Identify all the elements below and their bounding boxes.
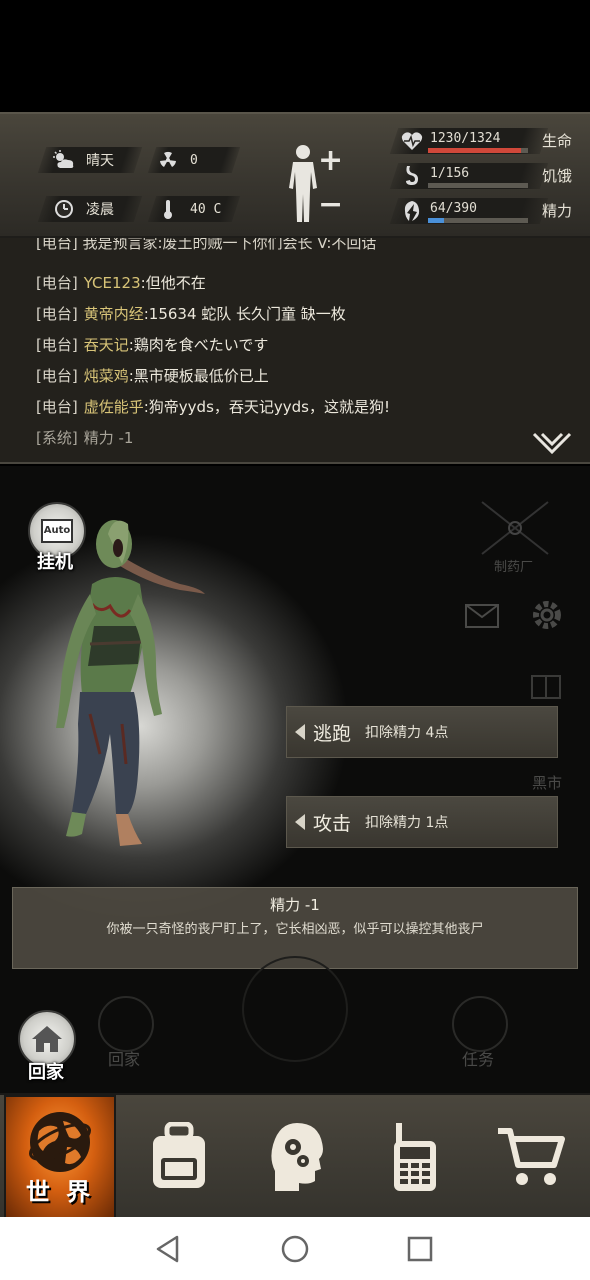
chat-sender[interactable]: YCE123	[84, 274, 141, 292]
zoom-in-button[interactable]: +	[318, 146, 343, 176]
info-title: 精力 -1	[270, 896, 320, 914]
thermometer-icon	[156, 198, 180, 220]
attack-button[interactable]: 攻击 扣除精力 1点	[286, 796, 558, 848]
recents-icon[interactable]	[404, 1233, 436, 1265]
bottom-tab-bar: 世 界	[0, 1093, 590, 1219]
hunger-label: 饥饿	[542, 167, 573, 185]
tab-shop[interactable]	[472, 1095, 590, 1219]
chat-line-system: [系统] 精力 -1	[36, 427, 133, 448]
caret-left-icon	[295, 814, 305, 830]
body-silhouette-icon[interactable]	[286, 144, 320, 228]
life-label: 生命	[542, 132, 573, 150]
chat-tag: [电台]	[36, 336, 78, 354]
chat-tag: [电台]	[36, 398, 78, 416]
head-gears-icon	[271, 1123, 323, 1191]
faded-home-icon	[98, 996, 154, 1052]
chat-line: [电台] 炖菜鸡:黑市硬板最低价已上	[36, 365, 269, 386]
weather-indicator[interactable]: 晴天	[52, 147, 114, 173]
chat-message: :黑市硬板最低价已上	[128, 367, 269, 385]
chevron-down-icon[interactable]	[532, 432, 572, 458]
black-market-label: 黑市	[532, 774, 563, 792]
caret-left-icon	[295, 724, 305, 740]
heart-pulse-icon	[400, 130, 424, 152]
info-description: 你被一只奇怪的丧尸盯上了，它长相凶恶，似乎可以操控其他丧尸	[106, 922, 484, 937]
energy-value: 64/390	[430, 201, 477, 216]
chat-sender[interactable]: 吞天记	[84, 336, 129, 354]
life-value: 1230/1324	[430, 131, 501, 146]
radar-icon	[242, 956, 348, 1062]
life-bar-fill	[428, 148, 521, 153]
temperature-value: 40 C	[190, 201, 222, 217]
chat-line: [电台] YCE123:但他不在	[36, 272, 206, 293]
chat-message: :狗帝yyds，吞天记yyds，这就是狗!	[143, 398, 390, 416]
faded-task-icon	[452, 996, 508, 1052]
chat-tag: [电台]	[36, 367, 78, 385]
cloud-sun-icon	[52, 149, 76, 171]
chat-message: 精力 -1	[83, 429, 134, 447]
chat-tag: [系统]	[36, 429, 78, 447]
flee-label: 逃跑	[313, 722, 352, 745]
status-panel: 晴天 0 凌晨 40 C + − 1230/1324 生命 1/156 饥饿 6…	[0, 112, 590, 238]
encounter-scene: 制药厂 黑市 Auto 挂机 逃跑 扣除精力 4点 攻击 扣除精力 1点 精力 …	[0, 466, 590, 1093]
flee-button[interactable]: 逃跑 扣除精力 4点	[286, 706, 558, 758]
zoom-out-button[interactable]: −	[318, 190, 343, 220]
home-nav-icon[interactable]	[279, 1233, 311, 1265]
back-icon[interactable]	[152, 1233, 184, 1265]
stomach-icon	[400, 165, 424, 187]
temperature-indicator[interactable]: 40 C	[156, 196, 221, 222]
mail-icon[interactable]	[465, 604, 499, 632]
attack-label: 攻击	[313, 812, 352, 835]
flee-cost: 扣除精力 4点	[365, 725, 449, 741]
tab-inventory[interactable]	[120, 1095, 238, 1219]
chat-message: :15634 蛇队 长久门童 缺一枚	[143, 305, 346, 323]
faded-task-label: 任务	[462, 1050, 495, 1069]
tab-radio[interactable]	[356, 1095, 474, 1219]
globe-icon	[29, 1112, 91, 1172]
walkie-talkie-icon	[394, 1123, 436, 1191]
hunger-bar	[428, 183, 528, 188]
weather-label: 晴天	[86, 153, 114, 169]
radiation-icon	[156, 149, 180, 171]
radiation-value: 0	[190, 152, 198, 168]
energy-bar	[428, 218, 528, 223]
tab-world[interactable]: 世 界	[4, 1095, 116, 1219]
time-indicator[interactable]: 凌晨	[52, 196, 114, 222]
chat-message: :鶏肉を食べたいです	[128, 336, 269, 354]
shopping-cart-icon	[498, 1128, 565, 1185]
time-label: 凌晨	[86, 202, 114, 218]
chat-log[interactable]: [电台] 我是预言家:废土的贼一下你们会长 V:不回话 [电台] YCE123:但…	[0, 238, 590, 464]
hunger-bar-fill	[428, 183, 429, 188]
home-label: 回家	[28, 1062, 64, 1083]
pharmacy-map-icon	[478, 498, 552, 562]
radiation-indicator[interactable]: 0	[156, 147, 198, 173]
chat-sender[interactable]: 黄帝内经	[84, 305, 144, 323]
chat-line: [电台] 吞天记:鶏肉を食べたいです	[36, 334, 268, 355]
pharmacy-label: 制药厂	[494, 560, 534, 575]
hunger-value: 1/156	[430, 166, 470, 181]
backpack-icon	[153, 1122, 205, 1188]
chat-line-partial: [电台] 我是预言家:废土的贼一下你们会长 V:不回话	[36, 238, 377, 252]
energy-label: 精力	[542, 202, 573, 220]
tab-skills[interactable]	[238, 1095, 356, 1219]
attack-cost: 扣除精力 1点	[365, 815, 449, 831]
tab-world-label: 世 界	[25, 1178, 95, 1206]
chat-sender[interactable]: 炖菜鸡	[84, 367, 129, 385]
gear-icon[interactable]	[530, 598, 564, 636]
chat-line: [电台] 黄帝内经:15634 蛇队 长久门童 缺一枚	[36, 303, 346, 324]
clock-icon	[52, 198, 76, 220]
gift-icon[interactable]	[530, 666, 562, 704]
stats-group: 1230/1324 生命 1/156 饥饿 64/390 精力	[389, 128, 588, 228]
system-navigation-bar	[0, 1217, 590, 1280]
energy-icon	[400, 200, 424, 222]
chat-sender[interactable]: 虚佐能乎	[84, 398, 144, 416]
energy-bar-fill	[428, 218, 445, 223]
life-bar	[428, 148, 528, 153]
home-icon	[32, 1026, 62, 1052]
faded-home-label: 回家	[108, 1050, 141, 1069]
chat-message: :但他不在	[140, 274, 206, 292]
chat-line: [电台] 虚佐能乎:狗帝yyds，吞天记yyds，这就是狗!	[36, 396, 390, 417]
chat-tag: [电台]	[36, 274, 78, 292]
zombie-enemy[interactable]	[30, 514, 220, 858]
chat-tag: [电台]	[36, 305, 78, 323]
